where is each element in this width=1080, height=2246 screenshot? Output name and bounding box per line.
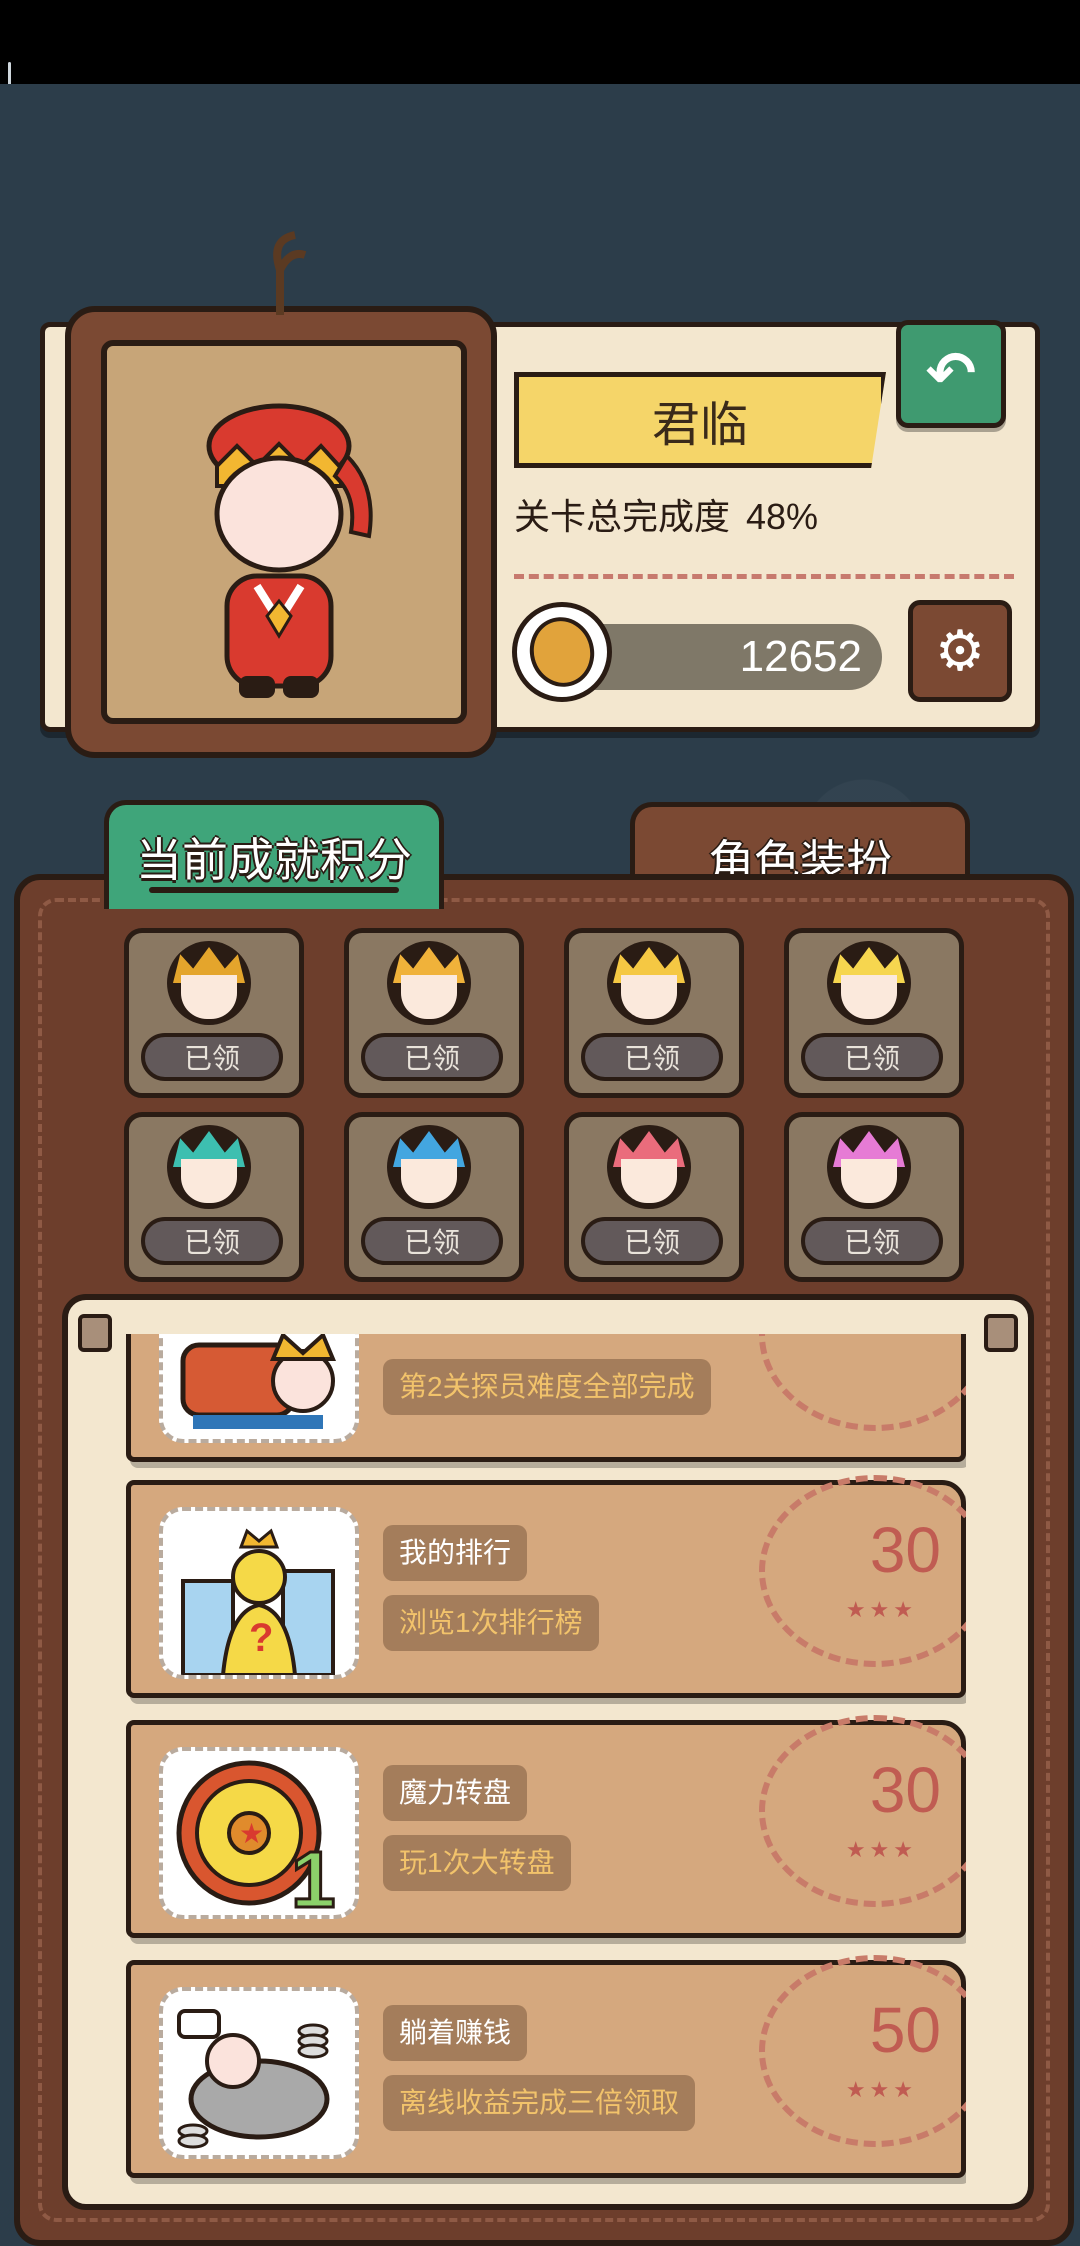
tab-achievement-points[interactable]: 当前成就积分 — [104, 800, 444, 909]
badge-5[interactable]: 已领 — [124, 1112, 304, 1282]
back-arrow-icon: ↶ — [925, 340, 977, 407]
badge-4[interactable]: 已领 — [784, 928, 964, 1098]
hanger-icon — [273, 231, 307, 315]
task-list[interactable]: 第2关探员难度全部完成 ? 我的排行 浏览1次排行榜 30 ★★★ ★ 1 魔力转… — [86, 1334, 966, 2194]
svg-text:★: ★ — [239, 1818, 264, 1849]
claimed-label: 已领 — [581, 1217, 723, 1265]
status-bar — [0, 0, 1080, 148]
claimed-label: 已领 — [361, 1217, 503, 1265]
task-title: 魔力转盘 — [383, 1765, 528, 1821]
task-card[interactable]: 第2关探员难度全部完成 — [126, 1334, 966, 1462]
portrait-frame — [65, 306, 497, 758]
badge-2[interactable]: 已领 — [344, 928, 524, 1098]
badge-1[interactable]: 已领 — [124, 928, 304, 1098]
star-icon: ★★★ — [845, 2077, 917, 2102]
divider — [514, 574, 1014, 579]
task-points: 30 — [869, 1754, 941, 1826]
badge-7[interactable]: 已领 — [564, 1112, 744, 1282]
avatar[interactable] — [101, 340, 467, 724]
task-points: 50 — [869, 1994, 941, 2066]
task-card-idle-earnings[interactable]: 躺着赚钱 离线收益完成三倍领取 50 ★★★ — [126, 1955, 966, 2178]
pin-icon — [984, 1314, 1018, 1352]
star-icon: ★★★ — [845, 1837, 917, 1862]
progress-value: 48% — [746, 496, 819, 537]
task-title: 我的排行 — [383, 1525, 528, 1581]
back-button[interactable]: ↶ — [896, 320, 1006, 428]
coin-icon — [512, 602, 612, 702]
task-card-ranking[interactable]: ? 我的排行 浏览1次排行榜 30 ★★★ — [126, 1475, 966, 1698]
badge-3[interactable]: 已领 — [564, 928, 744, 1098]
sleeping-coins-icon — [159, 1987, 359, 2159]
task-description: 第2关探员难度全部完成 — [383, 1359, 711, 1415]
claimed-label: 已领 — [141, 1217, 283, 1265]
task-card-wheel[interactable]: ★ 1 魔力转盘 玩1次大转盘 30 ★★★ — [126, 1715, 966, 1938]
settings-button[interactable]: ⚙ — [908, 600, 1012, 702]
treasure-icon — [159, 1334, 359, 1443]
task-description: 浏览1次排行榜 — [383, 1595, 599, 1651]
progress-label: 关卡总完成度 — [514, 496, 731, 537]
svg-text:?: ? — [249, 1616, 273, 1660]
player-name: 君临 — [514, 372, 886, 468]
badge-6[interactable]: 已领 — [344, 1112, 524, 1282]
star-icon: ★★★ — [845, 1597, 917, 1622]
task-points: 30 — [869, 1514, 941, 1586]
claimed-label: 已领 — [801, 1033, 943, 1081]
task-title: 躺着赚钱 — [383, 2005, 528, 2061]
claimed-label: 已领 — [361, 1033, 503, 1081]
task-description: 玩1次大转盘 — [383, 1835, 571, 1891]
ranking-icon: ? — [159, 1507, 359, 1679]
badge-8[interactable]: 已领 — [784, 1112, 964, 1282]
claimed-label: 已领 — [581, 1033, 723, 1081]
claimed-label: 已领 — [801, 1217, 943, 1265]
points-stamp — [759, 1334, 966, 1431]
wheel-icon: ★ 1 — [159, 1747, 359, 1919]
gear-icon: ⚙ — [934, 619, 986, 682]
coin-count: 12652 — [739, 632, 862, 681]
task-description: 离线收益完成三倍领取 — [383, 2075, 696, 2131]
claimed-label: 已领 — [141, 1033, 283, 1081]
svg-text:1: 1 — [291, 1835, 336, 1915]
completion-progress: 关卡总完成度 48% — [514, 488, 818, 540]
tab-label: 当前成就积分 — [136, 834, 412, 886]
